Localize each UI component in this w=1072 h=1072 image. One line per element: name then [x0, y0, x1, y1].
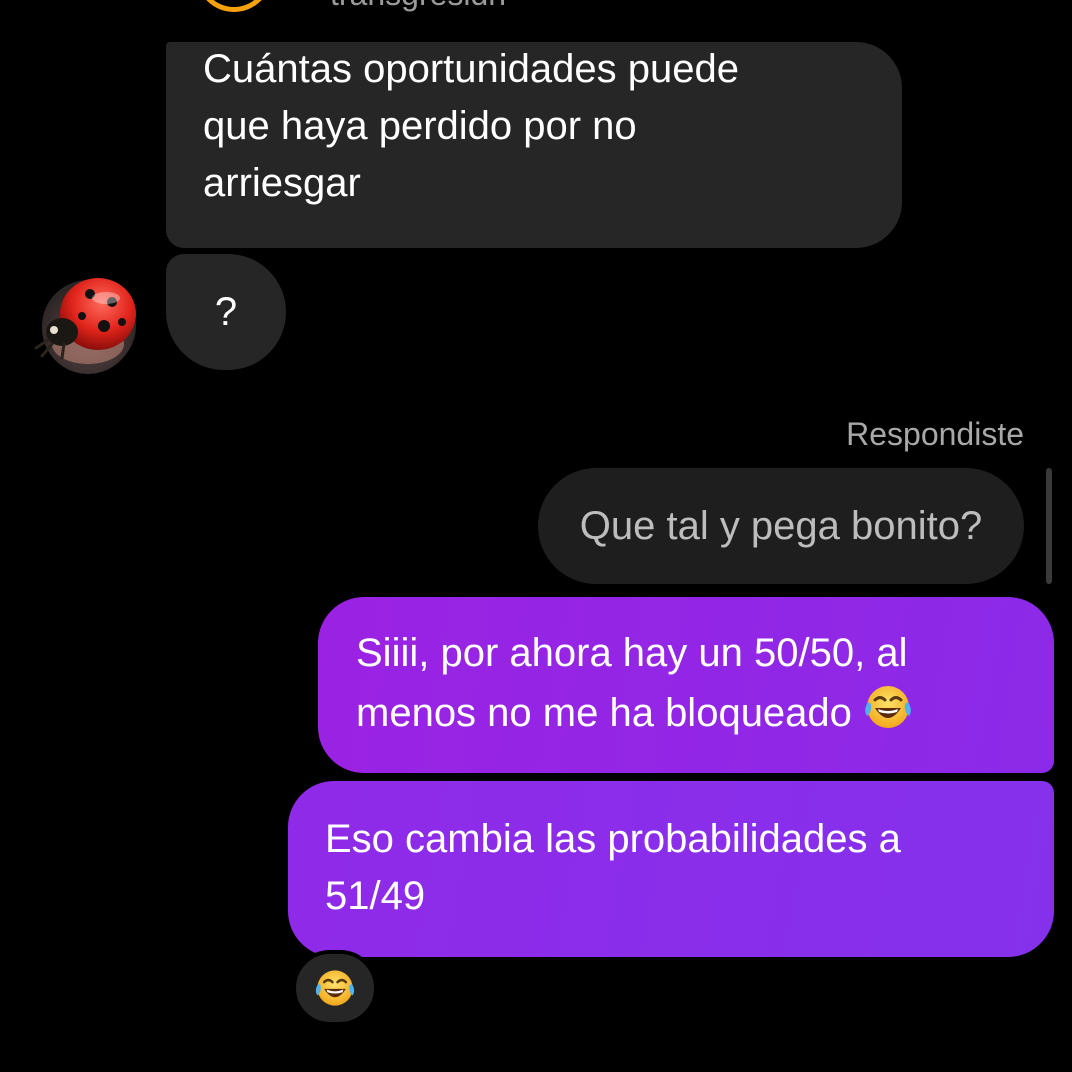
chat-screen: trahsgresidh Cuántas oportunidades puede…: [0, 0, 1072, 1072]
face-with-tears-of-joy-icon: [315, 970, 355, 1006]
incoming-message-bubble[interactable]: Cuántas oportunidades puede que haya per…: [166, 42, 902, 248]
header-avatar-ring[interactable]: [196, 0, 272, 12]
message-line: Siiii, por ahora hay un 50/50, al: [356, 631, 908, 675]
message-line: 51/49: [325, 874, 426, 918]
message-line: Cuántas oportunidades puede: [203, 47, 739, 91]
quoted-text: Que tal y pega bonito?: [579, 504, 983, 548]
incoming-message-bubble[interactable]: ?: [166, 254, 286, 370]
message-line: que haya perdido por no: [203, 104, 637, 148]
face-with-tears-of-joy-icon: [865, 686, 911, 728]
ladybug-avatar-icon: [34, 278, 136, 374]
message-line: menos no me ha bloqueado: [356, 682, 1024, 742]
message-line: arriesgar: [203, 161, 361, 205]
reply-indicator-bar: [1046, 468, 1052, 584]
message-reaction[interactable]: [292, 950, 378, 1026]
outgoing-message-bubble[interactable]: Siiii, por ahora hay un 50/50, al menos …: [318, 597, 1054, 773]
contact-avatar[interactable]: [34, 278, 136, 374]
message-line: Eso cambia las probabilidades a: [325, 817, 901, 861]
outgoing-message-bubble[interactable]: Eso cambia las probabilidades a 51/49: [288, 781, 1054, 957]
message-text: Cuántas oportunidades puede que haya per…: [203, 41, 862, 212]
replied-label: Respondiste: [846, 416, 1024, 452]
message-line-text: menos no me ha bloqueado: [356, 691, 852, 735]
quoted-reply-bubble[interactable]: Que tal y pega bonito?: [538, 468, 1024, 584]
header-username[interactable]: trahsgresidh: [330, 0, 506, 10]
message-text: ?: [214, 290, 238, 334]
